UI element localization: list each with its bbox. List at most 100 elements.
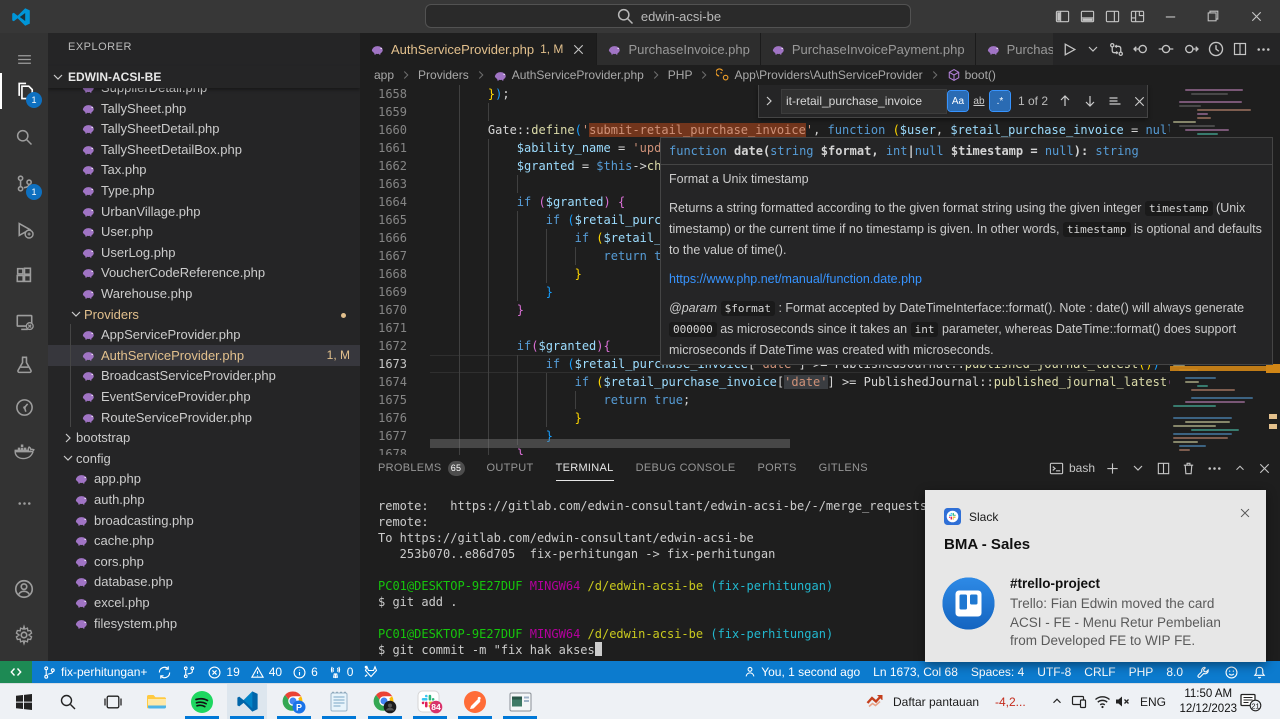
find-prev-icon[interactable]: [1057, 93, 1073, 109]
activity-explorer[interactable]: 1: [0, 71, 48, 111]
open-change-icon[interactable]: [1157, 40, 1175, 58]
regex-toggle[interactable]: .*: [990, 91, 1010, 111]
status-sync-icon[interactable]: [157, 665, 172, 680]
taskbar-slack[interactable]: 84: [410, 684, 450, 719]
status-feedback-icon[interactable]: [1224, 665, 1239, 680]
command-center-search[interactable]: edwin-acsi-be: [425, 4, 911, 28]
panel-tab-gitlens[interactable]: GITLENS: [819, 455, 868, 481]
chevron-down-icon[interactable]: [1130, 460, 1146, 476]
find-close-icon[interactable]: [1132, 94, 1147, 109]
status-PHP[interactable]: PHP: [1129, 665, 1154, 679]
code-editor[interactable]: 1658 });16591660 Gate::define('submit-re…: [360, 85, 1280, 455]
file-tree-item-warehouse-php[interactable]: Warehouse.php: [48, 283, 360, 304]
breadcrumb-item[interactable]: AuthServiceProvider.php: [493, 68, 644, 83]
tab-authserviceprovider-php[interactable]: AuthServiceProvider.php1, M: [360, 33, 597, 65]
taskbar-notepad[interactable]: [319, 684, 359, 719]
split-editor-icon[interactable]: [1232, 41, 1248, 57]
prev-change-icon[interactable]: [1132, 40, 1150, 58]
status-19[interactable]: 19: [207, 665, 239, 680]
match-case-toggle[interactable]: Aa: [948, 91, 968, 111]
status-fix-perhitungan+[interactable]: fix-perhitungan+: [42, 665, 147, 680]
breadcrumb-item[interactable]: boot(): [947, 68, 996, 82]
stocks-widget-value[interactable]: -4,2...: [995, 695, 1026, 709]
panel-tab-terminal[interactable]: TERMINAL: [556, 455, 614, 481]
file-tree-item-database-php[interactable]: database.php: [48, 571, 360, 592]
file-tree-item-cache-php[interactable]: cache.php: [48, 530, 360, 551]
find-in-selection-icon[interactable]: [1107, 93, 1123, 109]
file-tree-item-cors-php[interactable]: cors.php: [48, 551, 360, 572]
layout-sidebar-right-icon[interactable]: [1104, 8, 1120, 24]
file-tree-item-appserviceprovider-php[interactable]: AppServiceProvider.php: [48, 324, 360, 345]
panel-tab-ports[interactable]: PORTS: [757, 455, 796, 481]
activity-remote-explorer[interactable]: [0, 301, 48, 341]
status-Ln 1673, Col 68[interactable]: Ln 1673, Col 68: [873, 665, 958, 679]
find-expand-icon[interactable]: [761, 93, 777, 109]
layout-sidebar-left-icon[interactable]: [1054, 8, 1070, 24]
activity-docker[interactable]: [0, 431, 48, 471]
remote-indicator[interactable]: [0, 661, 32, 683]
split-icon[interactable]: [1156, 461, 1171, 476]
file-tree-item-tax-php[interactable]: Tax.php: [48, 159, 360, 180]
close-icon[interactable]: [1257, 461, 1272, 476]
trash-icon[interactable]: [1181, 461, 1196, 476]
file-tree-item-eventserviceprovider-php[interactable]: EventServiceProvider.php: [48, 386, 360, 407]
status-bell-icon[interactable]: [1252, 665, 1267, 680]
status-You, 1 second ago[interactable]: You, 1 second ago: [743, 665, 860, 679]
activity-source-control[interactable]: 1: [0, 163, 48, 203]
slack-notification-toast[interactable]: Slack BMA - Sales #trello-project Trello…: [925, 490, 1266, 662]
file-tree-item-vouchercodereference-php[interactable]: VoucherCodeReference.php: [48, 262, 360, 283]
file-tree-item-routeserviceprovider-php[interactable]: RouteServiceProvider.php: [48, 407, 360, 428]
tray-clock[interactable]: 11:50 AM12/12/2023: [1179, 687, 1237, 717]
language-indicator[interactable]: ENG: [1140, 695, 1166, 709]
status-6[interactable]: 6: [292, 665, 318, 680]
close-icon[interactable]: [571, 42, 586, 57]
activity-live-share[interactable]: [0, 387, 48, 427]
panel-tab-output[interactable]: OUTPUT: [487, 455, 534, 481]
file-tree-item-userlog-php[interactable]: UserLog.php: [48, 242, 360, 263]
panel-tab-debug-console[interactable]: DEBUG CONSOLE: [636, 455, 736, 481]
toast-close-icon[interactable]: [1238, 506, 1252, 520]
file-tree-item-urbanvillage-php[interactable]: UrbanVillage.php: [48, 201, 360, 222]
breadcrumb-item[interactable]: PHP: [668, 68, 693, 82]
status-40[interactable]: 40: [250, 665, 282, 680]
taskbar-postman[interactable]: [455, 684, 495, 719]
taskbar-search[interactable]: [48, 684, 88, 719]
status-gitlab-icon[interactable]: [363, 664, 379, 680]
restore-icon[interactable]: [1205, 8, 1221, 24]
layout-customize-icon[interactable]: [1129, 8, 1145, 24]
wifi-icon[interactable]: [1094, 694, 1111, 709]
find-input[interactable]: it-retail_purchase_invoice: [781, 89, 947, 114]
file-tree-item-broadcastserviceprovider-php[interactable]: BroadcastServiceProvider.php: [48, 365, 360, 386]
file-tree-item-tallysheet-php[interactable]: TallySheet.php: [48, 98, 360, 119]
tray-device-icon[interactable]: [1071, 694, 1087, 709]
file-tree-item-authserviceprovider-php[interactable]: AuthServiceProvider.php1, M: [48, 345, 360, 366]
tray-expand-icon[interactable]: [1050, 694, 1064, 708]
file-tree-item-bootstrap[interactable]: bootstrap: [48, 427, 360, 448]
file-tree-item-app-php[interactable]: app.php: [48, 468, 360, 489]
activity-testing[interactable]: [0, 344, 48, 384]
activity-search[interactable]: [0, 117, 48, 157]
taskbar-vscode[interactable]: [227, 684, 267, 719]
chevron-up-icon[interactable]: [1233, 461, 1247, 475]
activity-more[interactable]: [0, 483, 48, 523]
terminal-output[interactable]: remote: https://gitlab.com/edwin-consult…: [378, 498, 956, 658]
next-change-icon[interactable]: [1182, 40, 1200, 58]
nav-back-icon[interactable]: [368, 6, 388, 26]
ellipsis-icon[interactable]: [1255, 41, 1272, 58]
file-tree-item-tallysheetdetail-php[interactable]: TallySheetDetail.php: [48, 118, 360, 139]
taskbar-chrome-profile[interactable]: P: [274, 684, 314, 719]
activity-settings[interactable]: [0, 615, 48, 655]
horizontal-scrollbar[interactable]: [430, 439, 790, 448]
breadcrumb-item[interactable]: App\Providers\AuthServiceProvider: [716, 68, 922, 82]
tab-purchaseinvoicepayment-php[interactable]: PurchaseInvoicePayment.php: [761, 33, 976, 65]
file-tree-item-config[interactable]: config: [48, 448, 360, 469]
minimize-icon[interactable]: [1162, 8, 1178, 24]
status-wrench-icon[interactable]: [1196, 665, 1211, 680]
status-8.0[interactable]: 8.0: [1166, 665, 1183, 679]
chevron-down-icon[interactable]: [1085, 41, 1101, 57]
status-CRLF[interactable]: CRLF: [1084, 665, 1115, 679]
breadcrumb-item[interactable]: Providers: [418, 68, 469, 82]
taskbar-chrome-2[interactable]: [365, 684, 405, 719]
file-tree-item-filesystem-php[interactable]: filesystem.php: [48, 613, 360, 634]
taskbar-task-view[interactable]: [93, 684, 133, 719]
